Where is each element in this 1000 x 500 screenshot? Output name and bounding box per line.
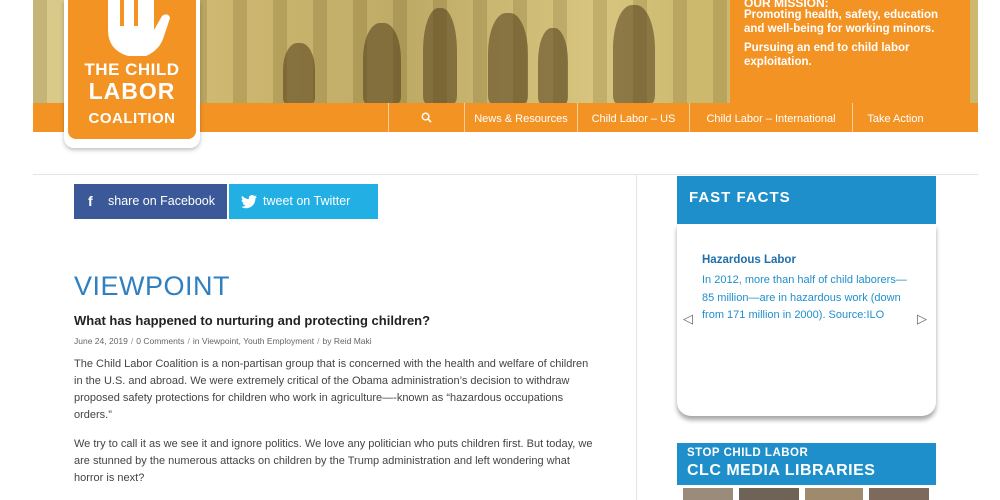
- fact-title: Hazardous Labor: [702, 254, 796, 266]
- media-thumbnail: [869, 488, 929, 500]
- media-thumbnail: [683, 488, 733, 500]
- fact-text: In 2012, more than half of child laborer…: [702, 274, 907, 321]
- post-in-label: in: [192, 336, 200, 346]
- post-meta: June 24, 2019/0 Comments / in Viewpoint, Y…: [74, 336, 372, 346]
- post-title[interactable]: What has happened to nurturing and prote…: [74, 313, 430, 328]
- mission-title: OUR MISSION:: [744, 0, 829, 8]
- banner-figure: [423, 8, 457, 103]
- site-logo[interactable]: THE CHILD LABOR COALITION: [64, 0, 200, 148]
- column-divider: [636, 175, 637, 500]
- nav-child-labor-us[interactable]: Child Labor – US: [577, 103, 689, 132]
- facebook-icon: f: [88, 193, 93, 209]
- post-by-label: by: [322, 336, 332, 346]
- logo-text: COALITION: [88, 110, 176, 127]
- nav-take-action[interactable]: Take Action: [852, 103, 938, 132]
- nav-child-labor-international[interactable]: Child Labor – International: [689, 103, 852, 132]
- mission-text: Promoting health, safety, education and …: [744, 9, 939, 35]
- media-thumbnail: [739, 488, 799, 500]
- post-date: June 24, 2019: [74, 336, 128, 346]
- banner-figure: [538, 28, 568, 103]
- share-twitter-button[interactable]: tweet on Twitter: [229, 184, 378, 219]
- media-libraries-banner[interactable]: STOP CHILD LABOR CLC MEDIA LIBRARIES: [677, 443, 936, 500]
- media-banner-line2: CLC MEDIA LIBRARIES: [687, 462, 876, 479]
- section-title: VIEWPOINT: [74, 271, 231, 301]
- share-twitter-label: tweet on Twitter: [263, 194, 351, 208]
- post-author-link[interactable]: Reid Maki: [334, 336, 372, 346]
- media-thumbnail: [805, 488, 863, 500]
- next-arrow-icon[interactable]: ▷: [917, 311, 927, 327]
- article-paragraph: The Child Labor Coalition is a non-parti…: [74, 358, 589, 421]
- header-divider: [33, 174, 978, 175]
- mission-box: OUR MISSION: Promoting health, safety, e…: [730, 0, 970, 103]
- post-categories-link[interactable]: Viewpoint, Youth Employment: [202, 336, 314, 346]
- banner-figure: [363, 23, 401, 103]
- share-facebook-button[interactable]: f share on Facebook: [74, 184, 227, 219]
- logo-badge: THE CHILD LABOR COALITION: [68, 0, 196, 139]
- banner-figure: [283, 43, 315, 103]
- media-banner-line1: STOP CHILD LABOR: [687, 447, 809, 459]
- share-facebook-label: share on Facebook: [108, 194, 216, 208]
- hand-icon: [108, 0, 170, 56]
- banner-figure: [613, 5, 655, 103]
- fast-facts-header: FAST FACTS: [677, 176, 936, 224]
- nav-search[interactable]: [388, 103, 464, 132]
- post-comments-link[interactable]: 0 Comments: [136, 336, 184, 346]
- search-icon[interactable]: [421, 112, 432, 123]
- banner-figure: [488, 13, 528, 103]
- logo-text: THE CHILD: [84, 60, 180, 79]
- logo-text: LABOR: [88, 78, 176, 104]
- article-paragraph: We try to call it as we see it and ignor…: [74, 438, 593, 484]
- prev-arrow-icon[interactable]: ◁: [683, 311, 693, 327]
- twitter-icon: [241, 195, 257, 209]
- mission-text: Pursuing an end to child labor exploitat…: [744, 42, 910, 68]
- nav-news-resources[interactable]: News & Resources: [464, 103, 577, 132]
